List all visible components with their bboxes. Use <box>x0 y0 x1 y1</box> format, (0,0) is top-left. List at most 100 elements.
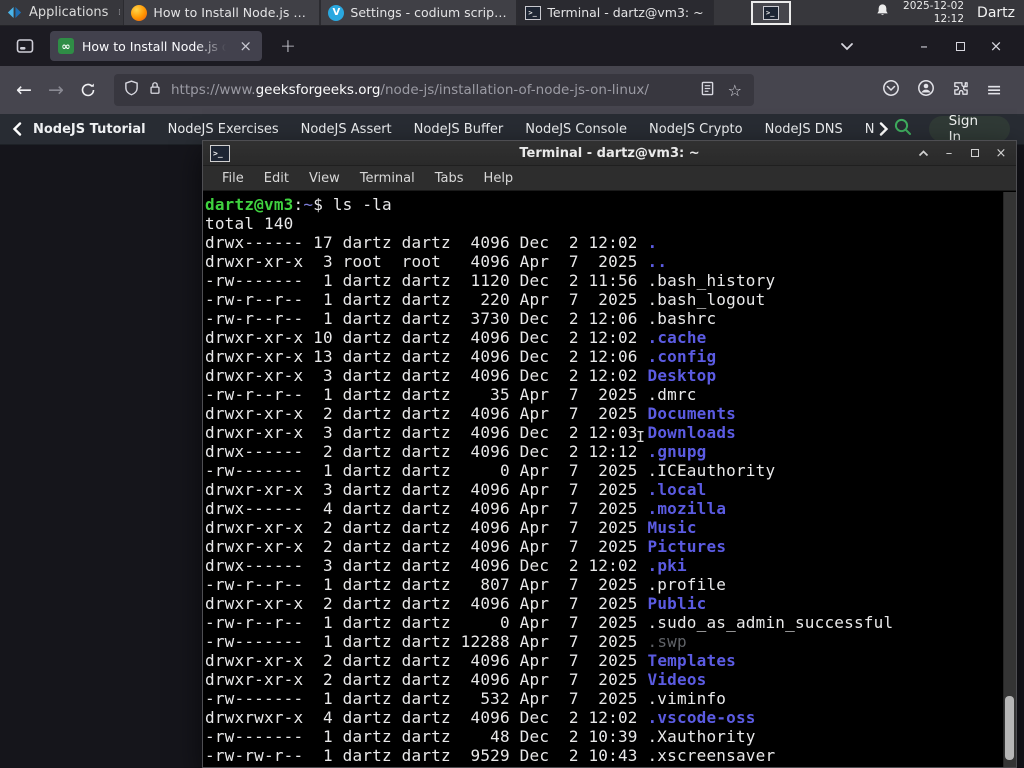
bookmark-star-icon[interactable]: ☆ <box>728 81 742 100</box>
terminal-line: drwxr-xr-x 3 root root 4096 Apr 7 2025 .… <box>205 252 668 271</box>
applications-label: Applications <box>29 5 109 20</box>
terminal-line: total 140 <box>205 214 294 233</box>
distro-logo-icon <box>6 4 23 21</box>
navigation-toolbar: ← → https://www.geeksforgeeks.org/node-j… <box>0 66 1024 114</box>
terminal-line: drwxr-xr-x 10 dartz dartz 4096 Dec 2 12:… <box>205 328 707 347</box>
terminal-line: -rw-r--r-- 1 dartz dartz 807 Apr 7 2025 … <box>205 575 727 594</box>
terminal-line: dartz@vm3:~$ ls -la <box>205 195 392 214</box>
terminal-line: -rw-r--r-- 1 dartz dartz 3730 Dec 2 12:0… <box>205 309 717 328</box>
firefox-view-icon[interactable] <box>12 34 38 58</box>
taskbar-button-firefox[interactable]: How to Install Node.js o... <box>123 0 321 25</box>
reader-mode-icon[interactable] <box>701 81 714 100</box>
sign-in-button[interactable]: Sign In <box>928 113 1010 145</box>
terminal-menu-file[interactable]: File <box>212 171 254 186</box>
firefox-icon <box>131 4 148 21</box>
geeksforgeeks-favicon: ∞ <box>58 38 74 54</box>
nav-item-nodejs-tutorial[interactable]: NodeJS Tutorial <box>26 122 157 137</box>
nav-scroll-right-icon[interactable] <box>875 122 893 136</box>
terminal-scrollbar-thumb[interactable] <box>1005 696 1014 760</box>
terminal-line: -rw-r--r-- 1 dartz dartz 0 Apr 7 2025 .s… <box>205 613 894 632</box>
new-tab-button[interactable]: + <box>274 35 302 57</box>
back-button[interactable]: ← <box>8 74 40 106</box>
terminal-menu-help[interactable]: Help <box>474 171 524 186</box>
browser-tab-active[interactable]: ∞ How to Install Node.js on × <box>50 31 262 61</box>
extensions-puzzle-icon[interactable] <box>952 80 969 101</box>
clock-date: 2025-12-02 <box>903 0 965 13</box>
tabbar-controls: – × <box>840 37 1014 55</box>
window-close-button[interactable]: × <box>978 37 1014 55</box>
notification-bell-icon[interactable] <box>875 3 890 22</box>
nav-item-nodejs-crypto[interactable]: NodeJS Crypto <box>638 122 754 137</box>
window-maximize-button[interactable] <box>942 41 978 51</box>
terminal-window: >_ Terminal - dartz@vm3: ~ – × File Edit V… <box>202 140 1017 768</box>
applications-menu-button[interactable]: Applications <box>0 0 114 25</box>
forward-button[interactable]: → <box>40 74 72 106</box>
menu-hamburger-icon[interactable]: ≡ <box>986 80 1002 100</box>
terminal-line: -rw-r--r-- 1 dartz dartz 35 Apr 7 2025 .… <box>205 385 697 404</box>
url-scheme: https://www. <box>171 82 256 98</box>
terminal-menu-terminal[interactable]: Terminal <box>350 171 425 186</box>
tab-bar: ∞ How to Install Node.js on × + – × <box>0 26 1024 66</box>
terminal-line: -rw------- 1 dartz dartz 0 Apr 7 2025 .I… <box>205 461 776 480</box>
terminal-menu-tabs[interactable]: Tabs <box>425 171 474 186</box>
url-text: https://www.geeksforgeeks.org/node-js/in… <box>171 82 692 98</box>
terminal-line: -rw-rw-r-- 1 dartz dartz 9529 Dec 2 10:4… <box>205 746 776 765</box>
taskbar-button-label: Terminal - dartz@vm3: ~ <box>547 5 704 20</box>
site-search-icon[interactable] <box>893 117 913 141</box>
terminal-menu-view[interactable]: View <box>299 171 350 186</box>
url-bar[interactable]: https://www.geeksforgeeks.org/node-js/in… <box>114 74 754 106</box>
account-icon[interactable] <box>917 79 935 101</box>
taskbar-button-label: How to Install Node.js o... <box>153 5 313 20</box>
tracking-protection-shield-icon[interactable] <box>124 80 139 100</box>
nav-item-nodejs-assert[interactable]: NodeJS Assert <box>290 122 403 137</box>
toolbar-right-icons: ≡ <box>882 79 1016 101</box>
terminal-line: drwxr-xr-x 2 dartz dartz 4096 Apr 7 2025… <box>205 404 736 423</box>
url-path: /node-js/installation-of-node-js-on-linu… <box>380 82 649 98</box>
terminal-line: drwxr-xr-x 2 dartz dartz 4096 Apr 7 2025… <box>205 670 707 689</box>
terminal-window-controls: – × <box>915 146 1009 161</box>
terminal-line: drwx------ 4 dartz dartz 4096 Apr 7 2025… <box>205 499 727 518</box>
terminal-minimize-button[interactable]: – <box>941 146 957 161</box>
terminal-close-button[interactable]: × <box>993 146 1009 161</box>
list-all-tabs-chevron-icon[interactable] <box>840 42 854 51</box>
tab-close-icon[interactable]: × <box>237 37 254 55</box>
terminal-shade-button[interactable] <box>915 149 931 157</box>
nav-item-node[interactable]: Node <box>854 122 875 137</box>
active-window-iconbox[interactable]: >_ <box>751 0 791 26</box>
reload-button[interactable] <box>72 74 104 106</box>
urlbar-end-icons: ☆ <box>701 81 744 100</box>
terminal-title: Terminal - dartz@vm3: ~ <box>519 145 700 161</box>
terminal-menubar: File Edit View Terminal Tabs Help <box>203 166 1016 191</box>
terminal-line: -rw-r--r-- 1 dartz dartz 220 Apr 7 2025 … <box>205 290 766 309</box>
nav-item-nodejs-buffer[interactable]: NodeJS Buffer <box>403 122 515 137</box>
iconbox-frame: >_ <box>751 1 791 25</box>
terminal-line: drwx------ 2 dartz dartz 4096 Dec 2 12:1… <box>205 442 707 461</box>
terminal-line: drwxr-xr-x 2 dartz dartz 4096 Apr 7 2025… <box>205 651 736 670</box>
terminal-line: -rw------- 1 dartz dartz 1120 Dec 2 11:5… <box>205 271 776 290</box>
terminal-output[interactable]: dartz@vm3:~$ ls -la total 140 drwx------ 1… <box>203 192 1016 767</box>
panel-status-area: 2025-12-02 12:12 Dartz <box>875 0 1024 25</box>
taskbar-button-vscodium[interactable]: V Settings - codium script... <box>320 0 518 25</box>
clock-time: 12:12 <box>933 12 965 25</box>
terminal-line: drwxrwxr-x 4 dartz dartz 4096 Dec 2 12:0… <box>205 708 756 727</box>
pocket-icon[interactable] <box>882 79 900 101</box>
nav-item-nodejs-dns[interactable]: NodeJS DNS <box>754 122 854 137</box>
terminal-maximize-button[interactable] <box>967 149 983 157</box>
nav-item-nodejs-console[interactable]: NodeJS Console <box>514 122 638 137</box>
nav-item-nodejs-exercises[interactable]: NodeJS Exercises <box>157 122 290 137</box>
nav-items: NodeJS Tutorial NodeJS Exercises NodeJS As… <box>26 122 875 137</box>
nav-scroll-left-icon[interactable] <box>8 122 26 136</box>
terminal-line: drwxr-xr-x 3 dartz dartz 4096 Dec 2 12:0… <box>205 366 717 385</box>
panel-separator: ⁞ <box>117 7 121 18</box>
panel-username: Dartz <box>977 4 1015 21</box>
padlock-icon[interactable] <box>148 80 162 100</box>
terminal-line: drwxr-xr-x 13 dartz dartz 4096 Dec 2 12:… <box>205 347 717 366</box>
taskbar-button-terminal[interactable]: >_ Terminal - dartz@vm3: ~ <box>517 0 715 25</box>
window-minimize-button[interactable]: – <box>906 37 942 55</box>
terminal-menu-edit[interactable]: Edit <box>254 171 299 186</box>
terminal-line: drwxr-xr-x 2 dartz dartz 4096 Apr 7 2025… <box>205 537 727 556</box>
terminal-scrollbar-track[interactable] <box>1003 192 1016 767</box>
terminal-line: drwxr-xr-x 2 dartz dartz 4096 Apr 7 2025… <box>205 518 697 537</box>
panel-clock[interactable]: 2025-12-02 12:12 <box>903 0 964 24</box>
terminal-titlebar[interactable]: >_ Terminal - dartz@vm3: ~ – × <box>203 141 1016 166</box>
